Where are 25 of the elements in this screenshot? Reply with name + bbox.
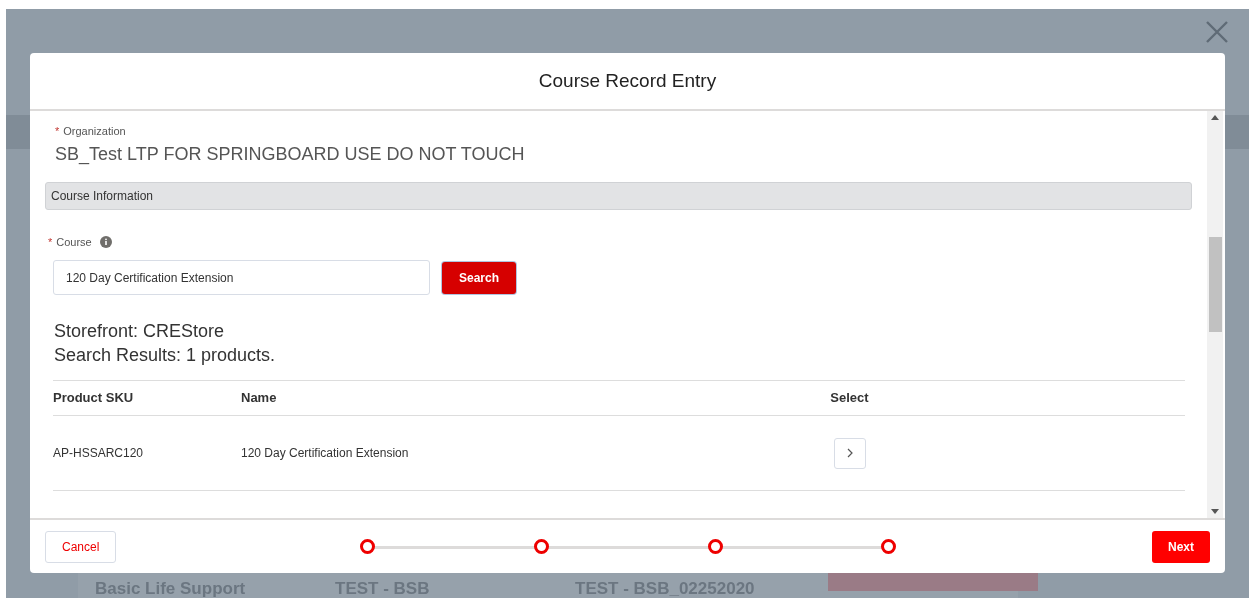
scrollbar[interactable] [1207,111,1223,518]
cancel-button[interactable]: Cancel [45,530,117,563]
next-button[interactable]: Next [1152,530,1210,563]
results-heading: Search Results: 1 products. [54,344,277,367]
column-header: Name [241,389,278,408]
field-label: Organization [63,124,126,139]
modal-title: Course Record Entry [538,68,717,93]
scroll-down-icon[interactable] [1211,509,1219,514]
close-icon[interactable] [1205,20,1229,44]
column-header: Product SKU [53,389,135,408]
course-input[interactable]: 120 Day Certification Extension [53,260,430,295]
section-header: Course Information [45,181,1192,210]
search-button[interactable]: Search [442,261,517,294]
select-button[interactable] [833,437,866,469]
table-cell-text: AP-HSSARC120 [53,445,145,462]
organization-value: SB_Test LTP FOR SPRINGBOARD USE DO NOT TOUCH [55,142,526,166]
storefront-heading: Storefront: CREStore [54,320,226,343]
column-header: Select [829,389,870,408]
table-cell-text: 120 Day Certification Extension [241,445,410,462]
field-label: Course [56,234,92,250]
scroll-up-icon[interactable] [1211,115,1219,120]
info-icon[interactable] [99,235,112,248]
required-mark: * [48,234,53,250]
scrollbar-thumb[interactable] [1208,237,1222,332]
required-mark: * [55,124,60,139]
